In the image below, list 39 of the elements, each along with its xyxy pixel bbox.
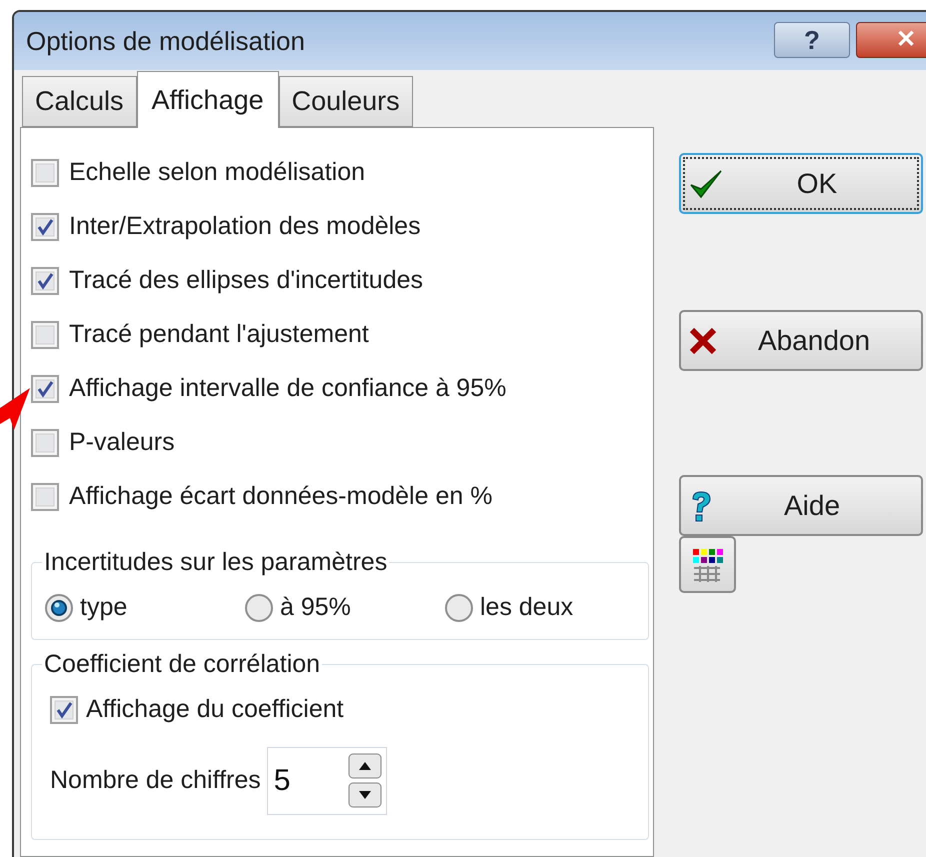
cancel-button[interactable]: Abandon [679, 310, 923, 371]
option-label: Tracé pendant l'ajustement [69, 319, 369, 350]
spin-down-icon[interactable] [348, 782, 382, 808]
checkbox[interactable] [31, 213, 59, 241]
option-label: Tracé des ellipses d'incertitudes [69, 265, 424, 296]
checkbox[interactable] [50, 696, 78, 724]
tab[interactable]: Couleurs [278, 76, 413, 127]
checkbox[interactable] [31, 159, 59, 187]
checkbox[interactable] [31, 321, 59, 349]
checkbox[interactable] [31, 375, 59, 403]
window-title: Options de modélisation [26, 24, 305, 58]
radio-button[interactable] [44, 592, 74, 623]
tab[interactable]: Calculs [22, 76, 137, 127]
checkmark-icon [689, 168, 723, 198]
field-value: 5 [274, 763, 290, 799]
cross-icon [689, 326, 717, 354]
radio-label: les deux [480, 592, 574, 623]
option-label: Inter/Extrapolation des modèles [69, 211, 421, 242]
spin-field[interactable]: 5 [266, 746, 387, 814]
help-button[interactable]: Aide [679, 475, 923, 536]
radio-button[interactable] [244, 592, 274, 623]
ok-button[interactable]: OK [679, 153, 923, 214]
color-grid-icon [692, 548, 724, 582]
help-button[interactable]: ? [774, 22, 850, 58]
option-label: Affichage intervalle de confiance à 95% [69, 373, 506, 404]
spin-up-icon[interactable] [348, 753, 382, 779]
field-label: Nombre de chiffres [50, 764, 261, 796]
option-label: Affichage écart données-modèle en % [69, 481, 492, 512]
checkbox[interactable] [31, 483, 59, 511]
option-label: Echelle selon modélisation [69, 157, 366, 188]
radio-label: à 95% [280, 592, 351, 623]
palette-button[interactable] [679, 536, 736, 593]
option-label: Affichage du coefficient [86, 694, 344, 725]
checkbox[interactable] [31, 429, 59, 457]
radio-label: type [80, 592, 128, 623]
tab[interactable]: Affichage [136, 71, 279, 128]
radio-button[interactable] [444, 592, 474, 623]
option-label: P-valeurs [69, 427, 175, 458]
checkbox[interactable] [31, 267, 59, 295]
